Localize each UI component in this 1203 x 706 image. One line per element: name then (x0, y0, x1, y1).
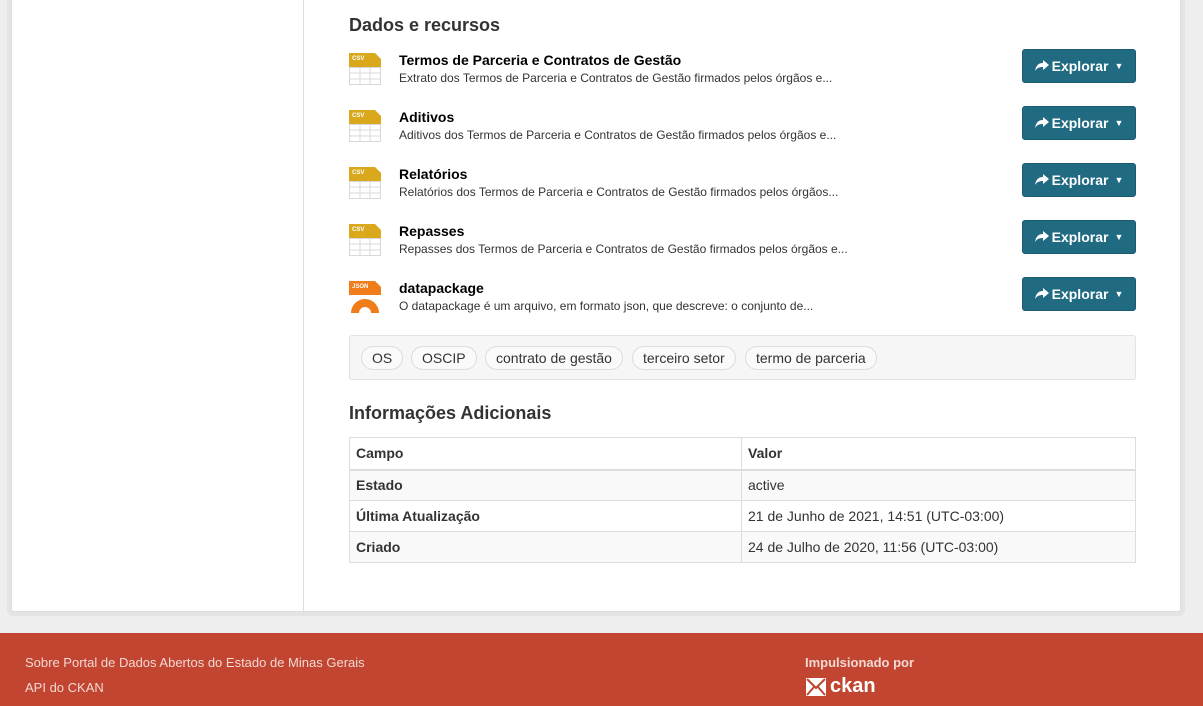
csv-file-icon: CSV (349, 222, 381, 256)
row-field: Última Atualização (349, 500, 742, 532)
caret-down-icon: ▼ (1114, 118, 1124, 128)
ckan-logo[interactable]: ckan (806, 675, 876, 698)
csv-file-icon: CSV (349, 165, 381, 199)
json-file-icon: JSON (349, 279, 381, 313)
resource-description: Aditivos dos Termos de Parceria e Contra… (399, 128, 837, 142)
additional-info-heading: Informações Adicionais (349, 403, 552, 423)
row-value: 21 de Junho de 2021, 14:51 (UTC-03:00) (741, 500, 1136, 532)
explore-button[interactable]: Explorar ▼ (1022, 106, 1136, 140)
explore-button[interactable]: Explorar ▼ (1022, 277, 1136, 311)
explore-label: Explorar (1051, 58, 1109, 74)
powered-by-label: Impulsionado por (805, 655, 915, 670)
tag-terceiro-setor[interactable]: terceiro setor (632, 346, 736, 370)
main-container: Dados e recursos CSV Termos de Parceria … (11, 0, 1181, 612)
row-value: 24 de Julho de 2020, 11:56 (UTC-03:00) (741, 531, 1136, 563)
share-icon (1034, 174, 1049, 185)
share-icon (1034, 117, 1049, 128)
resource-item[interactable]: CSV Relatórios Relatórios dos Termos de … (349, 163, 1136, 207)
explore-label: Explorar (1051, 115, 1109, 131)
explore-button[interactable]: Explorar ▼ (1022, 163, 1136, 197)
caret-down-icon: ▼ (1114, 61, 1124, 71)
resources-heading: Dados e recursos (349, 15, 501, 35)
column-header-value: Valor (741, 437, 1136, 471)
resource-title[interactable]: Termos de Parceria e Contratos de Gestão (399, 52, 681, 68)
share-icon (1034, 60, 1049, 71)
tag-oscip[interactable]: OSCIP (411, 346, 477, 370)
explore-button[interactable]: Explorar ▼ (1022, 220, 1136, 254)
site-footer: Sobre Portal de Dados Abertos do Estado … (0, 633, 1203, 706)
resource-title[interactable]: Aditivos (399, 109, 454, 125)
resource-title[interactable]: datapackage (399, 280, 484, 296)
resource-description: Extrato dos Termos de Parceria e Contrat… (399, 71, 833, 85)
table-row: Criado 24 de Julho de 2020, 11:56 (UTC-0… (349, 531, 1136, 563)
table-header-row: Campo Valor (349, 437, 1136, 471)
tag-contrato-de-gestao[interactable]: contrato de gestão (485, 346, 623, 370)
svg-text:CSV: CSV (352, 227, 364, 233)
additional-info-table: Campo Valor Estado active Última Atualiz… (349, 437, 1136, 563)
svg-text:JSON: JSON (352, 284, 368, 290)
svg-text:CSV: CSV (352, 113, 364, 119)
tag-termo-de-parceria[interactable]: termo de parceria (745, 346, 877, 370)
explore-label: Explorar (1051, 172, 1109, 188)
row-field: Criado (349, 531, 742, 563)
resource-title[interactable]: Repasses (399, 223, 464, 239)
footer-about-link[interactable]: Sobre Portal de Dados Abertos do Estado … (25, 655, 365, 670)
share-icon (1034, 288, 1049, 299)
tag-list: OS OSCIP contrato de gestão terceiro set… (349, 335, 1136, 380)
row-value: active (741, 469, 1136, 501)
tag-os[interactable]: OS (361, 346, 404, 370)
resource-item[interactable]: CSV Termos de Parceria e Contratos de Ge… (349, 49, 1136, 93)
svg-text:CSV: CSV (352, 170, 364, 176)
row-field: Estado (349, 469, 742, 501)
resource-item[interactable]: JSON datapackage O datapackage é um arqu… (349, 277, 1136, 321)
ckan-logo-text: ckan (830, 675, 876, 697)
resource-item[interactable]: CSV Aditivos Aditivos dos Termos de Parc… (349, 106, 1136, 150)
resource-description: Repasses dos Termos de Parceria e Contra… (399, 242, 848, 256)
footer-api-link[interactable]: API do CKAN (25, 680, 104, 695)
resource-description: Relatórios dos Termos de Parceria e Cont… (399, 185, 839, 199)
csv-file-icon: CSV (349, 51, 381, 85)
resource-description: O datapackage é um arquivo, em formato j… (399, 299, 814, 313)
explore-button[interactable]: Explorar ▼ (1022, 49, 1136, 83)
csv-file-icon: CSV (349, 108, 381, 142)
table-row: Última Atualização 21 de Junho de 2021, … (349, 500, 1136, 532)
column-header-field: Campo (349, 437, 742, 471)
table-row: Estado active (349, 469, 1136, 501)
caret-down-icon: ▼ (1114, 289, 1124, 299)
svg-text:CSV: CSV (352, 56, 364, 62)
caret-down-icon: ▼ (1114, 175, 1124, 185)
ckan-logo-icon (806, 677, 826, 696)
share-icon (1034, 231, 1049, 242)
resource-item[interactable]: CSV Repasses Repasses dos Termos de Parc… (349, 220, 1136, 264)
explore-label: Explorar (1051, 229, 1109, 245)
resource-title[interactable]: Relatórios (399, 166, 467, 182)
explore-label: Explorar (1051, 286, 1109, 302)
caret-down-icon: ▼ (1114, 232, 1124, 242)
sidebar (12, 0, 304, 611)
